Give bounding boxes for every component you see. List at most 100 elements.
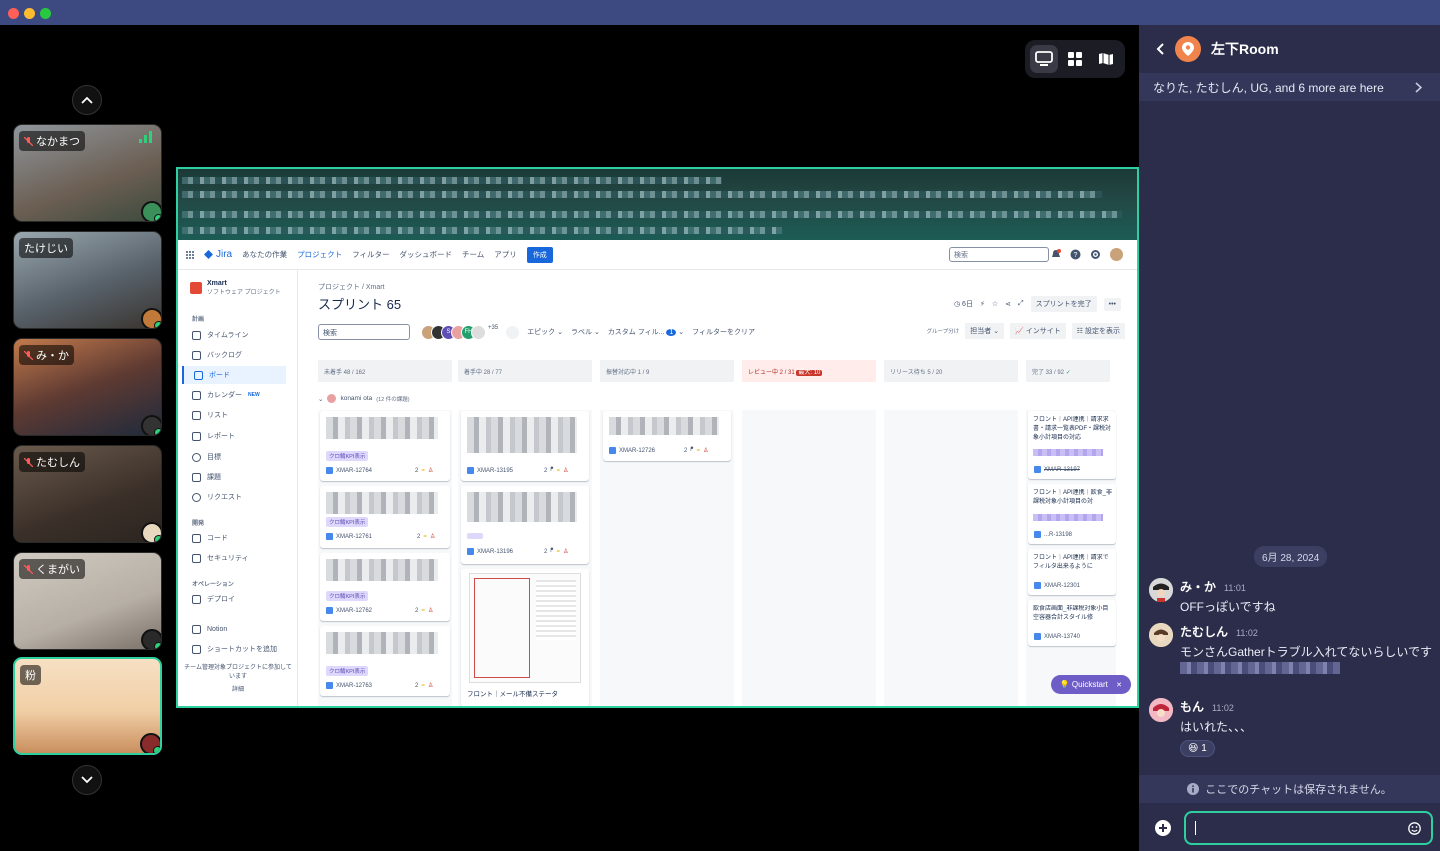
expand-icon[interactable]: ⤢ <box>1018 300 1024 308</box>
scroll-up-button[interactable] <box>72 85 102 115</box>
mic-off-icon <box>24 350 33 360</box>
issue-card[interactable]: フロント｜API連携｜請求でフィルタ出来るように XMAR-12301 <box>1028 549 1116 595</box>
view-settings-button[interactable]: ☷ 設定を表示 <box>1071 323 1125 339</box>
chat-message-input[interactable] <box>1184 811 1433 845</box>
more-link[interactable]: 詳細 <box>178 684 298 693</box>
filter-label[interactable]: ラベル ⌄ <box>571 327 600 337</box>
issue-card[interactable]: クロ鯖KPI表示 XMAR-12761 2 = ♙ <box>320 486 450 548</box>
minimize-window-button[interactable] <box>24 8 35 19</box>
more-actions-button[interactable]: ••• <box>1103 297 1121 311</box>
project-icon <box>190 282 202 294</box>
people-here-bar[interactable]: なりた, たむしん, UG, and 6 more are here <box>1139 73 1440 101</box>
room-header: 左下Room <box>1139 25 1440 73</box>
issue-card[interactable]: XMAR-13196 2 ᖰ = ♙ <box>461 486 589 564</box>
scroll-down-button[interactable] <box>72 765 102 795</box>
nav-your-work[interactable]: あなたの作業 <box>242 249 287 260</box>
board-icon <box>194 370 203 380</box>
notification-bell-icon[interactable] <box>1051 249 1061 260</box>
nav-dashboards[interactable]: ダッシュボード <box>399 249 452 260</box>
nav-filters[interactable]: フィルター <box>352 249 389 260</box>
emoji-picker-icon[interactable] <box>1408 822 1421 835</box>
participant-name: くまがい <box>19 559 85 579</box>
filter-custom[interactable]: カスタム フィル... 1 ⌄ <box>608 327 684 337</box>
sidebar-item-backlog[interactable]: バックログ <box>192 346 242 364</box>
jira-logo[interactable]: Jira <box>204 249 232 260</box>
nav-teams[interactable]: チーム <box>462 249 484 260</box>
issue-card[interactable]: フロント｜API連携｜請求求書・請求一覧表PDF・課税対象小計項目の対応 XMA… <box>1028 411 1116 479</box>
card-label: クロ鯖KPI表示 <box>326 591 369 601</box>
nav-projects[interactable]: プロジェクト <box>297 249 342 260</box>
avatar[interactable] <box>1149 578 1173 602</box>
add-attachment-icon[interactable] <box>1155 820 1171 836</box>
lightning-icon[interactable]: ⚡ <box>980 300 985 308</box>
emoji-reaction[interactable]: 😆 1 <box>1180 740 1215 757</box>
sidebar-item-list[interactable]: リスト <box>192 406 228 424</box>
sidebar-item-issues[interactable]: 課題 <box>192 468 221 486</box>
participant-tile-active[interactable]: 粉 <box>13 657 162 755</box>
sidebar-item-reports[interactable]: レポート <box>192 427 235 445</box>
sidebar-item-code[interactable]: コード <box>192 529 228 547</box>
jira-search-input[interactable]: 検索 <box>949 247 1049 262</box>
grid-view-button[interactable] <box>1061 45 1089 73</box>
group-by-assignee[interactable]: 担当者 ⌄ <box>965 323 1005 339</box>
sidebar-item-deploy[interactable]: デプロイ <box>192 590 235 608</box>
add-people-icon[interactable] <box>506 325 520 339</box>
sidebar-item-requests[interactable]: リクエスト <box>192 488 242 506</box>
breadcrumb[interactable]: プロジェクト / Xmart <box>318 282 385 292</box>
participant-avatar <box>141 522 161 542</box>
map-view-button[interactable] <box>1092 45 1120 73</box>
more-assignees[interactable]: +35 <box>488 325 498 340</box>
nav-apps[interactable]: アプリ <box>494 249 517 260</box>
backlog-icon <box>192 350 201 360</box>
insight-button[interactable]: 📈 インサイト <box>1010 323 1066 339</box>
swimlane-header[interactable]: ⌄ konami ota (12 件の課題) <box>318 394 410 403</box>
participant-tile[interactable]: み・か <box>13 338 162 436</box>
avatar[interactable] <box>1149 623 1173 647</box>
side-section-plan: 計画 <box>192 317 205 323</box>
screen-view-button[interactable] <box>1030 45 1058 73</box>
close-window-button[interactable] <box>8 8 19 19</box>
back-chevron-icon[interactable] <box>1155 42 1165 56</box>
sidebar-item-security[interactable]: セキュリティ <box>192 549 249 567</box>
participant-tile[interactable]: たけじい <box>13 231 162 329</box>
column-header-done: 完了 33 / 92 ✓ <box>1026 360 1110 382</box>
issue-card[interactable]: フロント｜API連携｜飲食_非課税対象小計項目の対 ...R-13198 <box>1028 484 1116 544</box>
issue-card[interactable]: クロ鯖KPI表示 XMAR-12762 2 = ♙ <box>320 553 450 621</box>
issue-card[interactable]: XMAR-12726 2 ᖰ = ♙ <box>603 411 731 461</box>
avatar[interactable] <box>1149 698 1173 722</box>
assignee-avatars[interactable]: S FH +35 <box>421 324 498 340</box>
issue-card[interactable]: フロント｜メール不備ステータ <box>461 569 589 706</box>
sidebar-item-timeline[interactable]: タイムライン <box>192 326 249 344</box>
sidebar-item-notion[interactable]: Notion <box>192 620 227 638</box>
settings-gear-icon[interactable] <box>1090 249 1101 260</box>
issue-card[interactable]: XMAR-13195 2 ᖰ = ♙ <box>461 411 589 481</box>
issue-card[interactable]: クロ鯖KPI表示 XMAR-12763 2 = ♙ <box>320 626 450 696</box>
message-text: モンさんGatherトラブル入れてないらしいです <box>1180 645 1432 659</box>
issue-card[interactable]: 飲食店画面_非課税対象小目 空容器合計スタイル修 XMAR-13740 <box>1028 600 1116 646</box>
help-icon[interactable]: ? <box>1070 249 1081 260</box>
timeline-icon <box>192 330 201 340</box>
maximize-window-button[interactable] <box>40 8 51 19</box>
quickstart-button[interactable]: 💡 Quickstart ✕ <box>1050 675 1131 694</box>
clear-filters-button[interactable]: フィルターをクリア <box>692 327 755 337</box>
issue-card[interactable]: クロ鯖KPI表示 XMAR-12764 2 = ♙ <box>320 411 450 481</box>
sidebar-item-board[interactable]: ボード <box>182 366 286 384</box>
participant-tile[interactable]: なかまつ <box>13 124 162 222</box>
app-switcher-icon[interactable] <box>186 250 194 259</box>
project-header[interactable]: Xmart ソフトウェア プロジェクト <box>190 280 281 296</box>
participant-avatar <box>141 308 161 328</box>
sidebar-item-add-shortcut[interactable]: ショートカットを追加 <box>192 640 277 658</box>
filter-epic[interactable]: エピック ⌄ <box>527 327 563 337</box>
user-avatar[interactable] <box>1110 248 1123 261</box>
assignee-avatar <box>471 324 486 340</box>
participant-tile[interactable]: たむしん <box>13 445 162 543</box>
sidebar-item-calendar[interactable]: カレンダー NEW <box>192 386 260 404</box>
complete-sprint-button[interactable]: スプリントを完了 <box>1030 296 1097 312</box>
create-button[interactable]: 作成 <box>526 246 553 263</box>
column-release <box>884 410 1018 706</box>
board-search-input[interactable]: 検索 <box>318 324 410 340</box>
star-icon[interactable]: ☆ <box>992 300 998 308</box>
share-icon[interactable]: ⋖ <box>1005 300 1011 308</box>
sidebar-item-goals[interactable]: 目標 <box>192 448 221 466</box>
participant-tile[interactable]: くまがい <box>13 552 162 650</box>
